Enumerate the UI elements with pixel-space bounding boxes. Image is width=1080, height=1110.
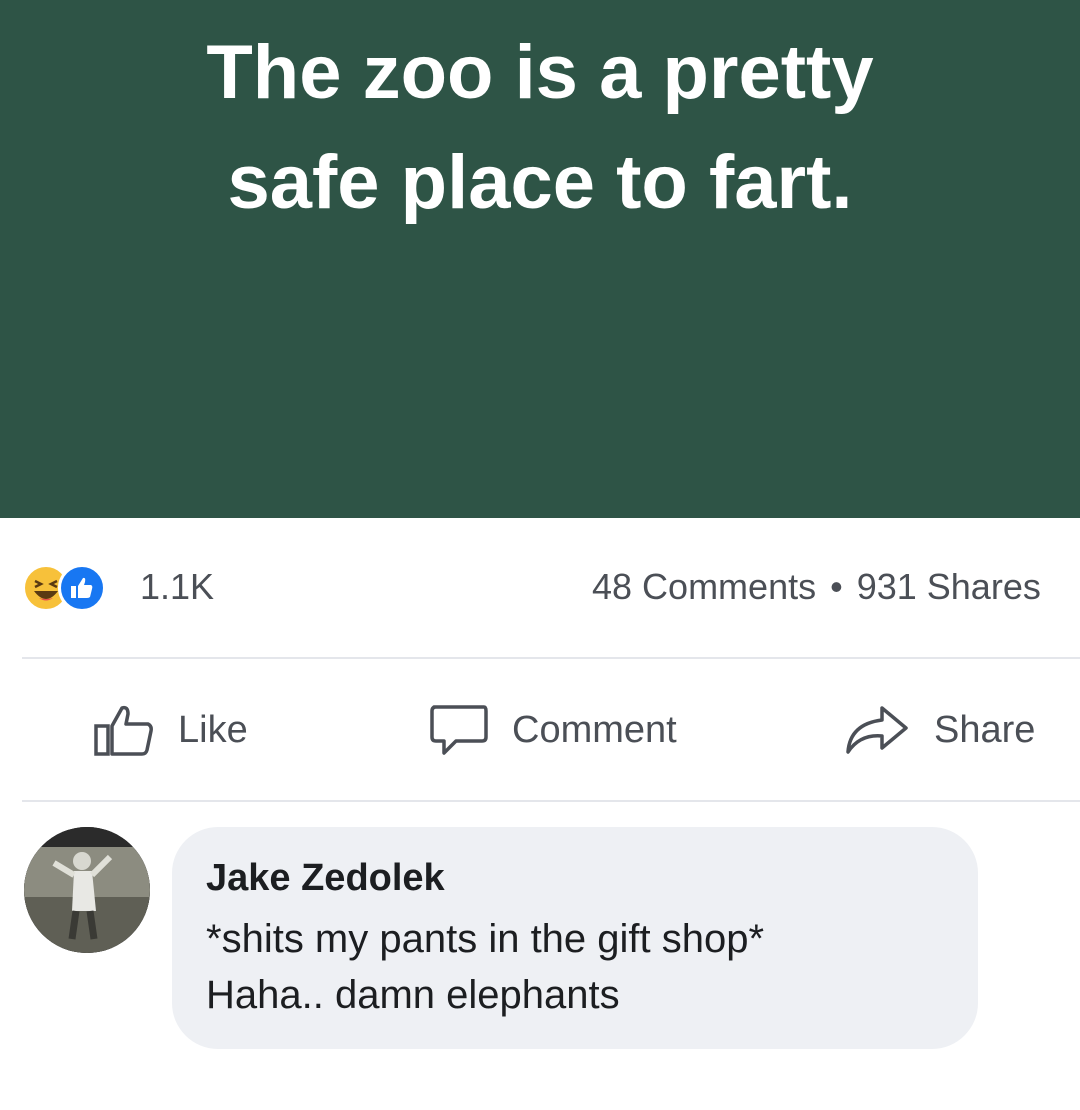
- share-label: Share: [934, 708, 1036, 751]
- thumbs-up-icon: [92, 702, 156, 758]
- comment-button[interactable]: Comment: [428, 690, 677, 770]
- comment-author[interactable]: Jake Zedolek: [206, 857, 445, 900]
- comment-text: *shits my pants in the gift shop* Haha..…: [206, 911, 946, 1023]
- divider: [22, 800, 1080, 802]
- comment-text-line: Haha.. damn elephants: [206, 973, 620, 1017]
- post-background-card: The zoo is a pretty safe place to fart.: [0, 0, 1080, 518]
- post-text: The zoo is a pretty safe place to fart.: [206, 30, 874, 225]
- post-stats: 1.1K 48 Comments • 931 Shares: [0, 558, 1080, 618]
- like-label: Like: [178, 708, 248, 751]
- comment: Jake Zedolek *shits my pants in the gift…: [0, 825, 1080, 1055]
- shares-count[interactable]: 931 Shares: [857, 566, 1041, 607]
- comments-count[interactable]: 48 Comments: [592, 566, 816, 607]
- like-reaction-icon: [58, 564, 106, 612]
- share-button[interactable]: Share: [842, 690, 1035, 770]
- like-button[interactable]: Like: [92, 690, 248, 770]
- speech-bubble-icon: [428, 701, 490, 759]
- comments-shares-summary: 48 Comments • 931 Shares: [592, 566, 1041, 608]
- reaction-count[interactable]: 1.1K: [140, 566, 214, 608]
- avatar[interactable]: [24, 827, 150, 953]
- comment-text-line: *shits my pants in the gift shop*: [206, 917, 765, 961]
- post-actions: Like Comment Share: [0, 690, 1080, 770]
- divider: [22, 657, 1080, 659]
- comment-bubble: Jake Zedolek *shits my pants in the gift…: [172, 827, 978, 1049]
- share-arrow-icon: [842, 702, 912, 758]
- reaction-icons[interactable]: [22, 564, 132, 614]
- comment-label: Comment: [512, 708, 677, 751]
- separator-dot: •: [830, 566, 843, 607]
